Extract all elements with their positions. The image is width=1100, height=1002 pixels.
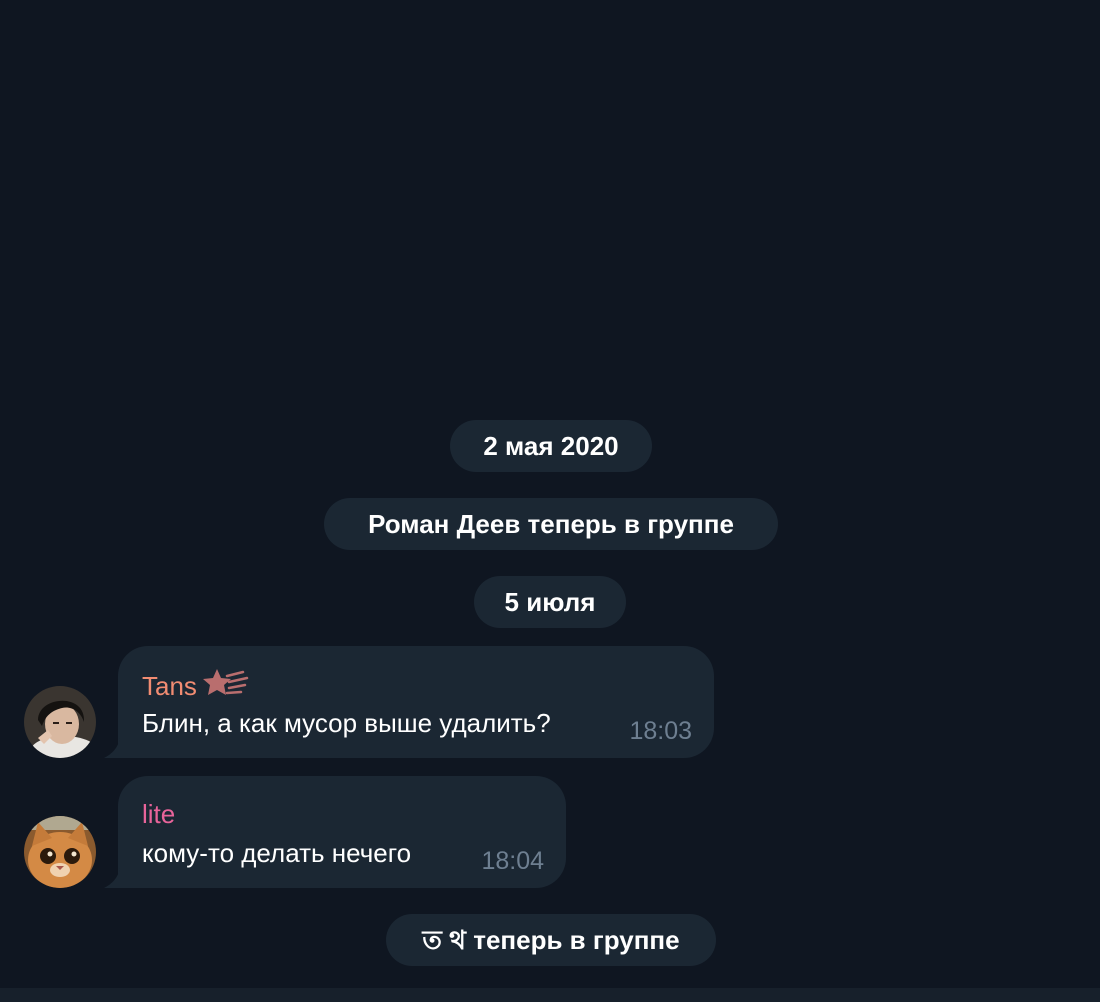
date-separator: 2 мая 2020 (450, 420, 652, 472)
message-time: 18:03 (629, 717, 692, 745)
chat-history[interactable]: 2 мая 2020 Роман Деев теперь в группе 5 … (0, 0, 1100, 1002)
message-text: Блин, а как мусор выше удалить? (142, 708, 551, 738)
composer-bar-edge (0, 988, 1100, 1002)
service-message-joined: ত থ теперь в группе (386, 914, 716, 966)
message-time: 18:04 (481, 847, 544, 875)
bubble-tail (104, 868, 120, 888)
sender-name[interactable]: Tans (142, 671, 197, 701)
message-bubble[interactable]: lite кому-то делать нечего 18:04 (104, 776, 566, 888)
sender-avatar[interactable] (24, 816, 96, 888)
sender-avatar[interactable] (24, 686, 96, 758)
message-bubble[interactable]: Tans Блин, а как мусор выше удалить? 18:… (104, 646, 714, 758)
message-sender[interactable]: Tans (142, 668, 249, 705)
star-icon (201, 668, 249, 705)
cat-photo-avatar-icon (24, 816, 96, 888)
service-message-joined: Роман Деев теперь в группе (324, 498, 778, 550)
bubble-tail (104, 738, 120, 758)
message-sender[interactable]: lite (142, 798, 175, 830)
sender-name[interactable]: lite (142, 799, 175, 829)
date-separator: 5 июля (474, 576, 626, 628)
message-text: кому-то делать нечего (142, 838, 412, 868)
user-photo-avatar-icon (24, 686, 96, 758)
